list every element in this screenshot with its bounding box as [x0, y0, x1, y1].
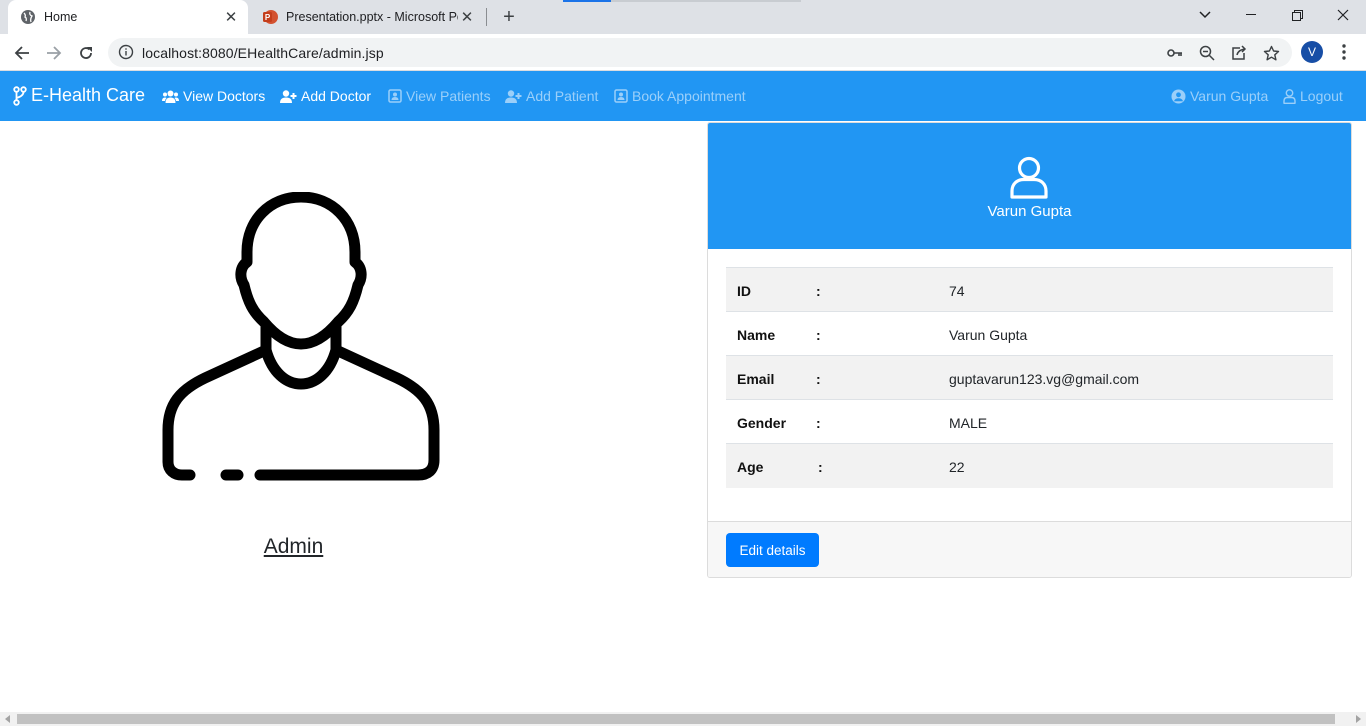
nav-book-appointment[interactable]: Book Appointment	[614, 88, 746, 104]
nav-label: Logout	[1300, 88, 1343, 104]
tab-search-button[interactable]	[1182, 0, 1228, 30]
user-plus-icon	[280, 89, 297, 103]
nav-add-patient[interactable]: Add Patient	[505, 88, 598, 104]
browser-toolbar: localhost:8080/EHealthCare/admin.jsp V	[0, 34, 1366, 71]
row-separator: :	[816, 415, 821, 431]
profile-avatar[interactable]: V	[1301, 41, 1323, 63]
app-navbar: E-Health Care View Doctors Add Doctor Vi…	[0, 71, 1366, 121]
nav-view-doctors[interactable]: View Doctors	[162, 88, 265, 104]
admin-avatar-icon	[162, 192, 440, 481]
nav-view-patients[interactable]: View Patients	[388, 88, 491, 104]
new-tab-button[interactable]: +	[497, 6, 521, 28]
nav-label: Add Doctor	[301, 88, 372, 104]
restore-button[interactable]	[1274, 0, 1320, 30]
nav-user-profile[interactable]: Varun Gupta	[1171, 88, 1268, 104]
arrow-left-icon	[14, 46, 29, 60]
row-key: ID	[737, 283, 751, 299]
nav-label: Book Appointment	[632, 88, 746, 104]
brand-name: E-Health Care	[31, 85, 146, 105]
share-icon[interactable]	[1230, 44, 1248, 62]
close-icon	[1337, 9, 1349, 21]
row-separator: :	[816, 283, 821, 299]
minimize-icon	[1246, 14, 1256, 15]
browser-tab-home[interactable]: Home ✕	[8, 0, 248, 34]
zoom-icon[interactable]	[1198, 44, 1216, 62]
globe-icon	[21, 10, 35, 24]
browser-tab-presentation[interactable]: P Presentation.pptx - Microsoft PowerPoi…	[250, 0, 484, 34]
back-button[interactable]	[8, 39, 36, 67]
code-branch-icon	[13, 85, 27, 106]
info-icon[interactable]	[118, 44, 134, 60]
row-value: guptavarun123.vg@gmail.com	[949, 371, 1140, 387]
nav-label: View Doctors	[183, 88, 266, 104]
user-icon	[1283, 88, 1296, 104]
nav-label: Add Patient	[526, 88, 599, 104]
horizontal-scrollbar[interactable]	[0, 712, 1366, 726]
tabstrip-accent	[563, 0, 611, 2]
users-icon	[162, 90, 179, 103]
address-bar[interactable]: localhost:8080/EHealthCare/admin.jsp	[108, 38, 1292, 67]
reload-button[interactable]	[72, 39, 100, 67]
tabstrip-accent	[611, 0, 801, 2]
close-tab-icon[interactable]: ✕	[222, 8, 240, 26]
close-tab-icon[interactable]: ✕	[458, 8, 476, 26]
chevron-down-icon	[1199, 11, 1211, 19]
scroll-left-arrow[interactable]	[5, 715, 10, 723]
user-plus-icon	[505, 89, 522, 103]
row-separator: :	[816, 327, 821, 343]
row-value: MALE	[949, 415, 988, 431]
restore-icon	[1291, 9, 1303, 21]
arrow-right-icon	[47, 46, 62, 60]
row-key: Gender	[737, 415, 787, 431]
svg-text:P: P	[265, 13, 271, 22]
row-key: Email	[737, 371, 775, 387]
row-key: Age	[737, 459, 764, 475]
row-separator: :	[818, 459, 823, 475]
user-circle-icon	[1171, 89, 1186, 103]
scroll-right-arrow[interactable]	[1356, 715, 1361, 723]
card-footer: Edit details	[708, 521, 1351, 577]
row-value: 22	[949, 459, 965, 475]
nav-add-doctor[interactable]: Add Doctor	[280, 88, 371, 104]
nav-label: View Patients	[406, 88, 491, 104]
table-row: Name : Varun Gupta	[726, 312, 1333, 356]
tab-separator	[486, 8, 487, 26]
table-row: Gender : MALE	[726, 400, 1333, 444]
close-window-button[interactable]	[1320, 0, 1366, 30]
table-row: Email : guptavarun123.vg@gmail.com	[726, 356, 1333, 400]
row-separator: :	[816, 371, 821, 387]
card-header: Varun Gupta	[708, 123, 1351, 249]
edit-details-button[interactable]: Edit details	[726, 533, 819, 567]
table-row: ID : 74	[726, 268, 1333, 312]
minimize-button[interactable]	[1228, 0, 1274, 30]
reload-icon	[80, 47, 92, 59]
scrollbar-thumb[interactable]	[17, 714, 1335, 724]
row-value: Varun Gupta	[949, 327, 1028, 343]
row-key: Name	[737, 327, 776, 343]
details-table: ID : 74 Name : Varun Gupta Email : gupta…	[726, 267, 1333, 488]
id-badge-icon	[388, 89, 402, 103]
card-user-name: Varun Gupta	[987, 203, 1072, 220]
key-icon[interactable]	[1166, 44, 1184, 62]
admin-profile-link[interactable]: Admin	[200, 535, 387, 559]
nav-label: Varun Gupta	[1190, 88, 1269, 104]
browser-menu-button[interactable]	[1336, 42, 1352, 62]
id-badge-icon	[614, 89, 628, 103]
powerpoint-icon: P	[263, 10, 278, 24]
nav-logout[interactable]: Logout	[1283, 88, 1343, 104]
more-vert-icon	[1342, 44, 1346, 60]
profile-card: Varun Gupta ID : 74 Name : Varun Gupta E…	[707, 122, 1352, 578]
user-icon	[1010, 156, 1048, 199]
table-row: Age : 22	[726, 444, 1333, 488]
bookmark-star-icon[interactable]	[1262, 44, 1280, 62]
row-value: 74	[949, 283, 965, 299]
browser-tabstrip: Home ✕ P Presentation.pptx - Microsoft P…	[0, 0, 1366, 34]
tab-title: Presentation.pptx - Microsoft PowerPoint	[286, 10, 458, 24]
brand-link[interactable]: E-Health Care	[13, 85, 145, 106]
url-text[interactable]: localhost:8080/EHealthCare/admin.jsp	[142, 45, 384, 61]
forward-button[interactable]	[40, 39, 68, 67]
tab-title: Home	[44, 10, 78, 24]
